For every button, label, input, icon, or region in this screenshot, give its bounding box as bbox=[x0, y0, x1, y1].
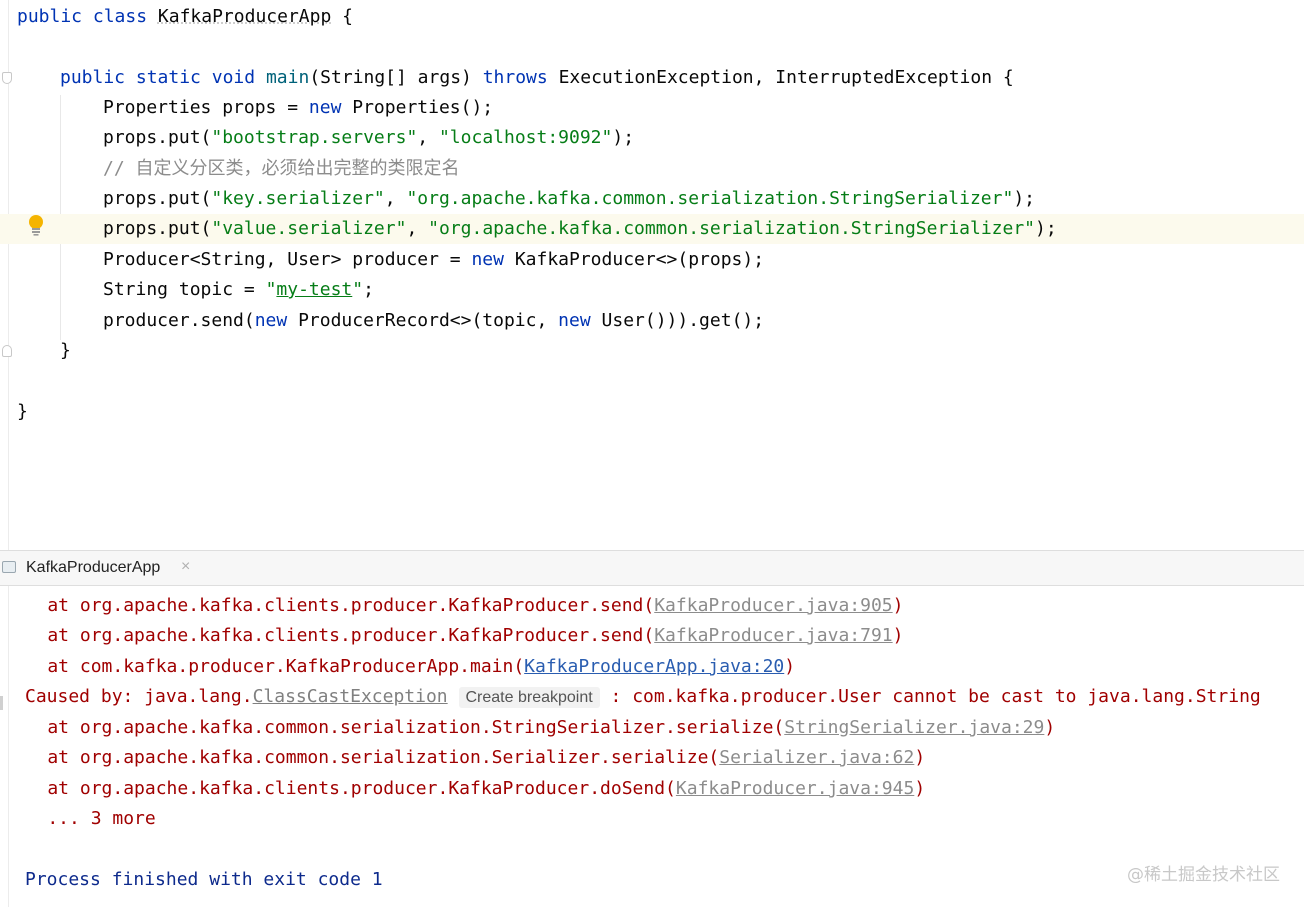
stack-line: at com.kafka.producer.KafkaProducerApp.m… bbox=[4, 656, 796, 677]
source-link[interactable]: KafkaProducerApp.java:20 bbox=[524, 656, 784, 677]
code-line-14: } bbox=[17, 401, 28, 422]
code-line-7: props.put("key.serializer", "org.apache.… bbox=[103, 188, 1036, 209]
code-editor[interactable]: public class KafkaProducerApp { public s… bbox=[0, 0, 1304, 550]
console-icon bbox=[2, 561, 16, 573]
process-exit-line: Process finished with exit code 1 bbox=[25, 869, 383, 890]
topic-string[interactable]: my-test bbox=[276, 279, 352, 300]
run-tool-window-tabbar: KafkaProducerApp × bbox=[0, 550, 1304, 586]
exception-link[interactable]: ClassCastException bbox=[253, 686, 448, 707]
stack-line: at org.apache.kafka.clients.producer.Kaf… bbox=[4, 595, 904, 616]
source-link[interactable]: KafkaProducer.java:905 bbox=[654, 595, 892, 616]
console-output[interactable]: at org.apache.kafka.clients.producer.Kaf… bbox=[0, 586, 1304, 907]
lightbulb-icon[interactable] bbox=[26, 214, 46, 236]
create-breakpoint-hint[interactable]: Create breakpoint bbox=[458, 687, 600, 708]
source-link[interactable]: KafkaProducer.java:945 bbox=[676, 778, 914, 799]
code-line-5: props.put("bootstrap.servers", "localhos… bbox=[103, 127, 635, 148]
more-frames-line: ... 3 more bbox=[4, 808, 156, 829]
console-marker bbox=[0, 696, 3, 710]
code-line-9: Producer<String, User> producer = new Ka… bbox=[103, 249, 765, 270]
code-line-1: public class KafkaProducerApp { bbox=[17, 6, 353, 27]
close-icon[interactable]: × bbox=[181, 558, 190, 576]
code-line-11: producer.send(new ProducerRecord<>(topic… bbox=[103, 310, 765, 331]
stack-line: at org.apache.kafka.clients.producer.Kaf… bbox=[4, 778, 926, 799]
code-line-10: String topic = "my-test"; bbox=[103, 279, 374, 300]
code-line-12: } bbox=[60, 340, 71, 361]
code-line-4: Properties props = new Properties(); bbox=[103, 97, 494, 118]
stack-line: at org.apache.kafka.common.serialization… bbox=[4, 717, 1056, 738]
code-line-3: public static void main(String[] args) t… bbox=[60, 67, 1014, 88]
method-name[interactable]: main bbox=[266, 67, 309, 88]
stack-line: at org.apache.kafka.common.serialization… bbox=[4, 747, 926, 768]
source-link[interactable]: StringSerializer.java:29 bbox=[784, 717, 1044, 738]
run-tab-label: KafkaProducerApp bbox=[26, 559, 161, 576]
source-link[interactable]: Serializer.java:62 bbox=[719, 747, 914, 768]
caused-by-line: Caused by: java.lang.ClassCastException … bbox=[25, 686, 1261, 708]
watermark: @稀土掘金技术社区 bbox=[1127, 865, 1280, 885]
stack-line: at org.apache.kafka.clients.producer.Kaf… bbox=[4, 625, 904, 646]
class-name[interactable]: KafkaProducerApp bbox=[158, 6, 331, 27]
code-line-8-current: props.put("value.serializer", "org.apach… bbox=[0, 214, 1304, 244]
source-link[interactable]: KafkaProducer.java:791 bbox=[654, 625, 892, 646]
code-line-6-comment: // 自定义分区类，必须给出完整的类限定名 bbox=[103, 158, 460, 179]
